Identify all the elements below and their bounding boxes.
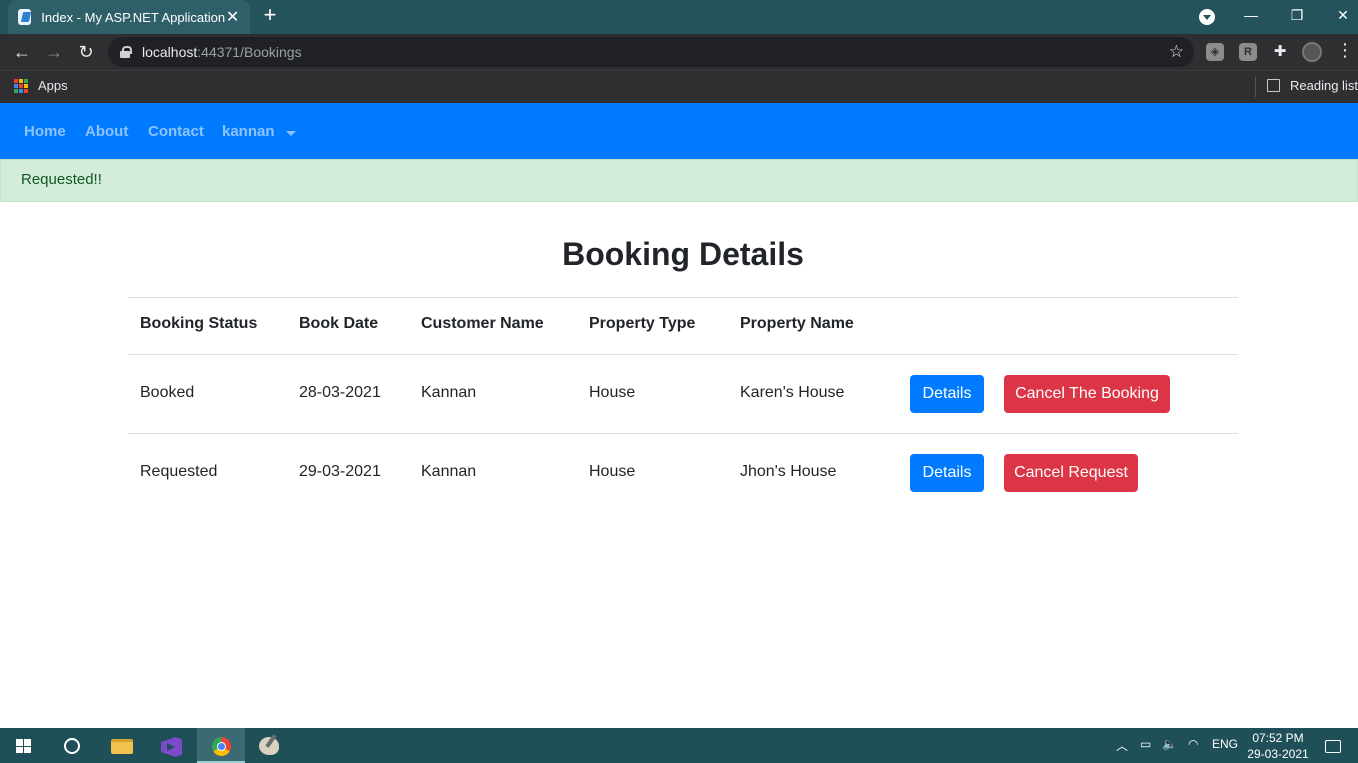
window-close-button[interactable]: ✕: [1320, 0, 1358, 30]
notifications-icon[interactable]: [1325, 740, 1341, 753]
windows-start-icon: [16, 739, 32, 753]
extension-shield-icon[interactable]: ◈: [1206, 43, 1224, 61]
property-name-cell: Jhon's House: [740, 463, 837, 480]
forward-arrow-icon[interactable]: →: [42, 40, 66, 64]
bookmarks-divider: [1255, 77, 1256, 97]
volume-icon[interactable]: 🔈: [1162, 737, 1177, 751]
tab-close-icon[interactable]: ✕: [225, 7, 240, 27]
apps-bookmark[interactable]: Apps: [38, 78, 68, 93]
url-host: localhost: [142, 44, 198, 60]
site-favicon-icon: [18, 9, 32, 25]
cancel-booking-button[interactable]: Cancel The Booking: [1004, 375, 1170, 413]
nav-link-contact[interactable]: Contact: [148, 123, 204, 140]
user-dropdown[interactable]: kannan: [222, 123, 275, 140]
clock-date: 29-03-2021: [1247, 747, 1309, 761]
reading-list-icon[interactable]: [1267, 79, 1280, 92]
booking-status-cell: Booked: [140, 384, 195, 401]
page-title: Booking Details: [562, 236, 804, 272]
extensions-puzzle-icon[interactable]: ✚: [1271, 43, 1289, 61]
window-restore-button[interactable]: ❐: [1274, 0, 1320, 30]
bookmarks-bar: Apps Reading list: [0, 70, 1358, 103]
table-row: Requested 29-03-2021 Kannan House Jhon's…: [128, 433, 1238, 512]
extension-r-icon[interactable]: R: [1239, 43, 1257, 61]
customer-name-cell: Kannan: [421, 384, 477, 401]
window-minimize-button[interactable]: —: [1228, 0, 1274, 30]
header-book-date: Book Date: [299, 315, 379, 332]
visual-studio-icon: [161, 737, 182, 757]
book-date-cell: 29-03-2021: [299, 463, 381, 480]
nav-link-home[interactable]: Home: [24, 123, 66, 140]
profile-avatar[interactable]: [1302, 42, 1322, 62]
nav-link-about[interactable]: About: [85, 123, 128, 140]
header-property-name: Property Name: [740, 315, 854, 332]
table-header-row: Booking Status Book Date Customer Name P…: [128, 297, 1238, 354]
tab-search-icon[interactable]: [1199, 9, 1215, 25]
cancel-request-button[interactable]: Cancel Request: [1004, 454, 1138, 492]
browser-tab-strip: Index - My ASP.NET Application ✕ + — ❐ ✕: [0, 0, 1358, 34]
paint-icon: [259, 737, 279, 755]
show-hidden-icons-icon[interactable]: ︿: [1116, 737, 1128, 754]
browser-menu-icon[interactable]: ⋮: [1336, 40, 1354, 61]
battery-icon[interactable]: ▭: [1140, 737, 1151, 751]
chrome-icon: [212, 737, 231, 756]
header-property-type: Property Type: [589, 315, 696, 332]
dropdown-caret-icon[interactable]: [286, 131, 296, 136]
address-bar[interactable]: localhost :44371/Bookings ☆: [108, 37, 1194, 67]
reload-icon[interactable]: ↻: [74, 40, 98, 64]
reading-list-button[interactable]: Reading list: [1290, 78, 1358, 93]
browser-tab-active[interactable]: Index - My ASP.NET Application ✕: [8, 0, 250, 34]
details-button[interactable]: Details: [910, 454, 984, 492]
lock-icon[interactable]: [120, 46, 132, 58]
browser-toolbar: ← → ↻ localhost :44371/Bookings ☆ ◈ R ✚ …: [0, 34, 1358, 70]
system-clock[interactable]: 07:52 PM 29-03-2021: [1246, 730, 1310, 762]
book-date-cell: 28-03-2021: [299, 384, 381, 401]
bookmark-star-icon[interactable]: ☆: [1169, 42, 1184, 62]
customer-name-cell: Kannan: [421, 463, 477, 480]
property-name-cell: Karen's House: [740, 384, 845, 401]
clock-time: 07:52 PM: [1252, 731, 1304, 745]
network-icon[interactable]: ◠: [1188, 737, 1198, 751]
header-customer-name: Customer Name: [421, 315, 544, 332]
site-navbar: Home About Contact kannan: [0, 103, 1358, 159]
back-arrow-icon[interactable]: ←: [10, 40, 34, 64]
property-type-cell: House: [589, 463, 636, 480]
details-button[interactable]: Details: [910, 375, 984, 413]
booking-status-cell: Requested: [140, 463, 218, 480]
file-explorer-icon: [111, 739, 133, 754]
alert-message: Requested!!: [21, 171, 102, 188]
apps-grid-icon[interactable]: [14, 79, 28, 93]
success-alert: Requested!!: [0, 159, 1358, 202]
url-path: :44371/Bookings: [197, 44, 302, 60]
header-booking-status: Booking Status: [140, 315, 258, 332]
table-row: Booked 28-03-2021 Kannan House Karen's H…: [128, 354, 1238, 433]
start-button[interactable]: [0, 728, 48, 763]
property-type-cell: House: [589, 384, 636, 401]
cortana-icon: [64, 738, 80, 754]
language-indicator[interactable]: ENG: [1212, 737, 1238, 751]
new-tab-button[interactable]: +: [258, 4, 282, 28]
tab-title: Index - My ASP.NET Application: [41, 9, 226, 25]
bookings-table: Booking Status Book Date Customer Name P…: [128, 297, 1238, 512]
windows-taskbar: ︿ ▭ 🔈 ◠ ENG 07:52 PM 29-03-2021: [0, 728, 1358, 763]
